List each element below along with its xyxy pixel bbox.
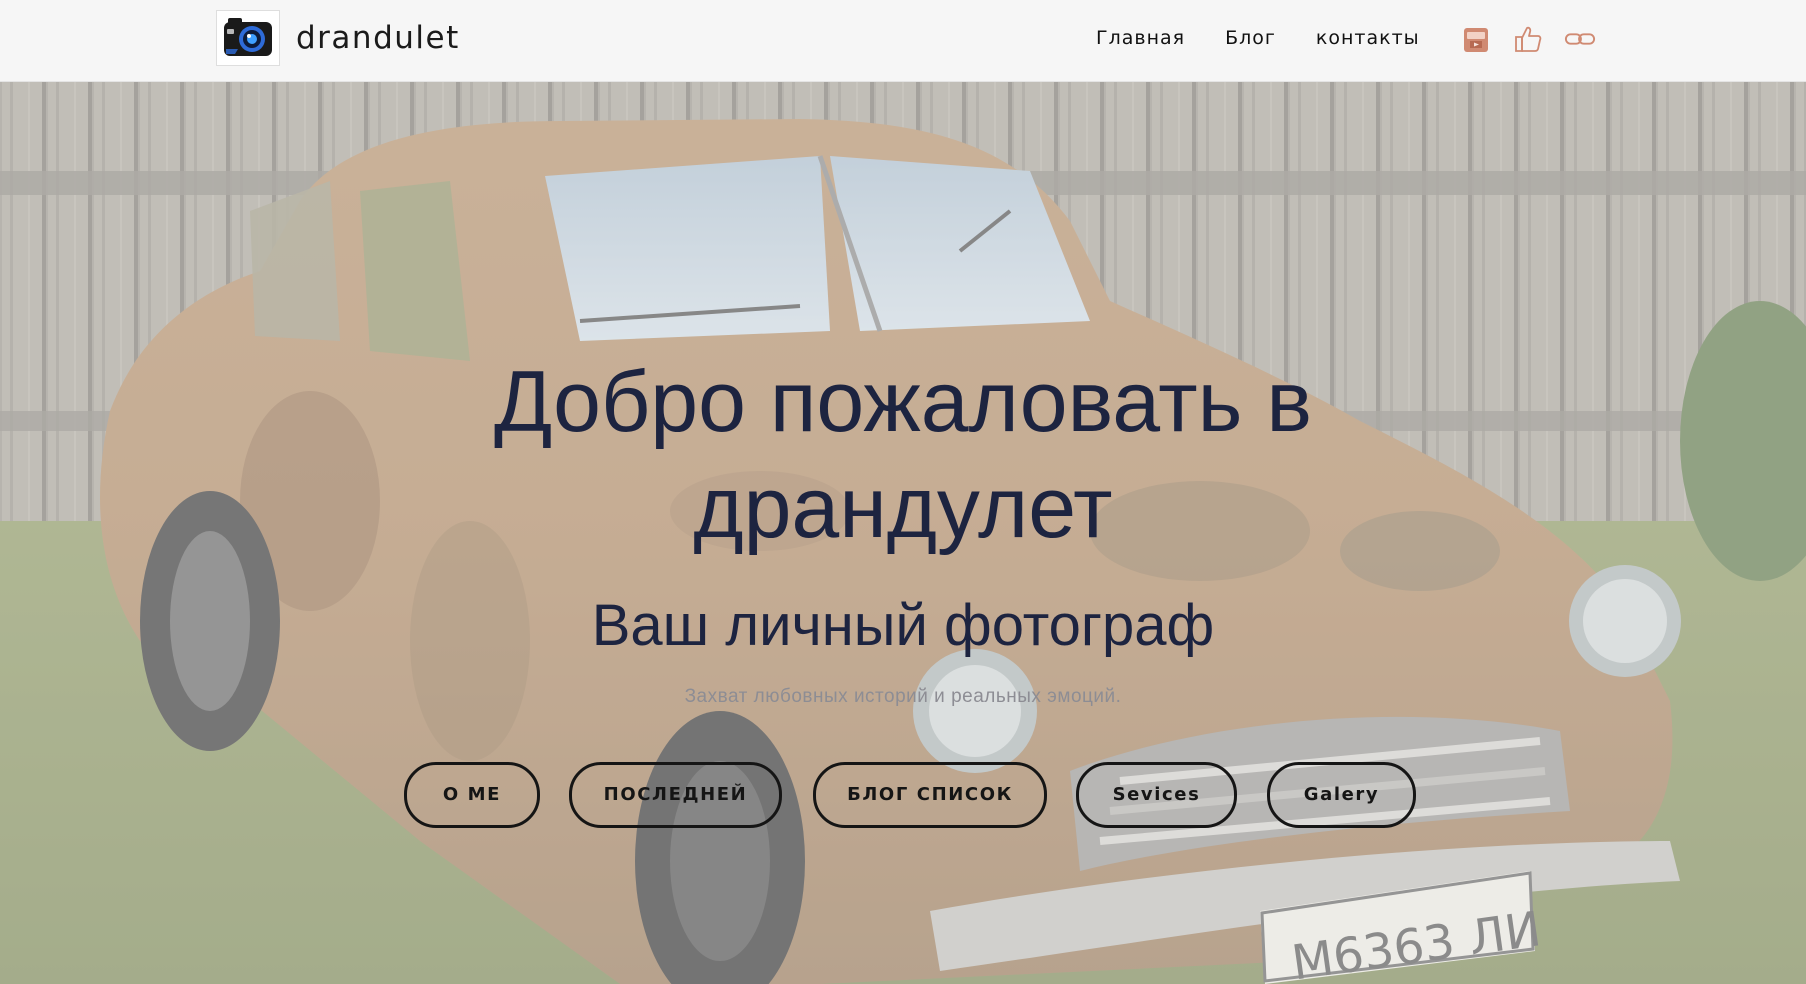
gallery-button[interactable]: Galery: [1267, 762, 1416, 828]
services-button[interactable]: Sevices: [1076, 762, 1237, 828]
nav-item-home: Главная: [1096, 24, 1185, 52]
hero-button-group: О МЕ ПОСЛЕДНЕЙ БЛОГ СПИСОК Sevices Galer…: [0, 762, 1806, 828]
hero-title: Добро пожаловать в драндулет: [493, 354, 1313, 556]
latest-button[interactable]: ПОСЛЕДНЕЙ: [569, 762, 782, 828]
hero-section: М6363 ЛИ Добро пожаловать в драндулет Ва…: [0, 81, 1806, 984]
nav-link-blog[interactable]: Блог: [1225, 24, 1276, 52]
nav-item-blog: Блог: [1225, 24, 1276, 52]
thumbs-up-icon[interactable]: [1512, 22, 1544, 56]
brand-link[interactable]: drandulet: [216, 10, 460, 66]
top-navbar: drandulet Главная Блог контакты: [0, 0, 1806, 82]
brand-name: drandulet: [296, 20, 460, 56]
camera-logo-icon: [216, 10, 280, 66]
hero-subtitle: Ваш личный фотограф: [591, 593, 1215, 658]
main-nav: Главная Блог контакты: [1096, 24, 1420, 52]
youtube-icon[interactable]: [1460, 22, 1492, 56]
page: drandulet Главная Блог контакты М6363 ЛИ…: [0, 0, 1806, 984]
nav-link-home[interactable]: Главная: [1096, 24, 1185, 52]
about-me-button[interactable]: О МЕ: [404, 762, 540, 828]
nav-link-contacts[interactable]: контакты: [1316, 24, 1420, 52]
nav-item-contacts: контакты: [1316, 24, 1420, 52]
hero-tagline: Захват любовных историй и реальных эмоци…: [684, 686, 1122, 707]
link-icon[interactable]: [1564, 22, 1596, 56]
blog-list-button[interactable]: БЛОГ СПИСОК: [813, 762, 1047, 828]
social-icons: [1460, 22, 1596, 56]
